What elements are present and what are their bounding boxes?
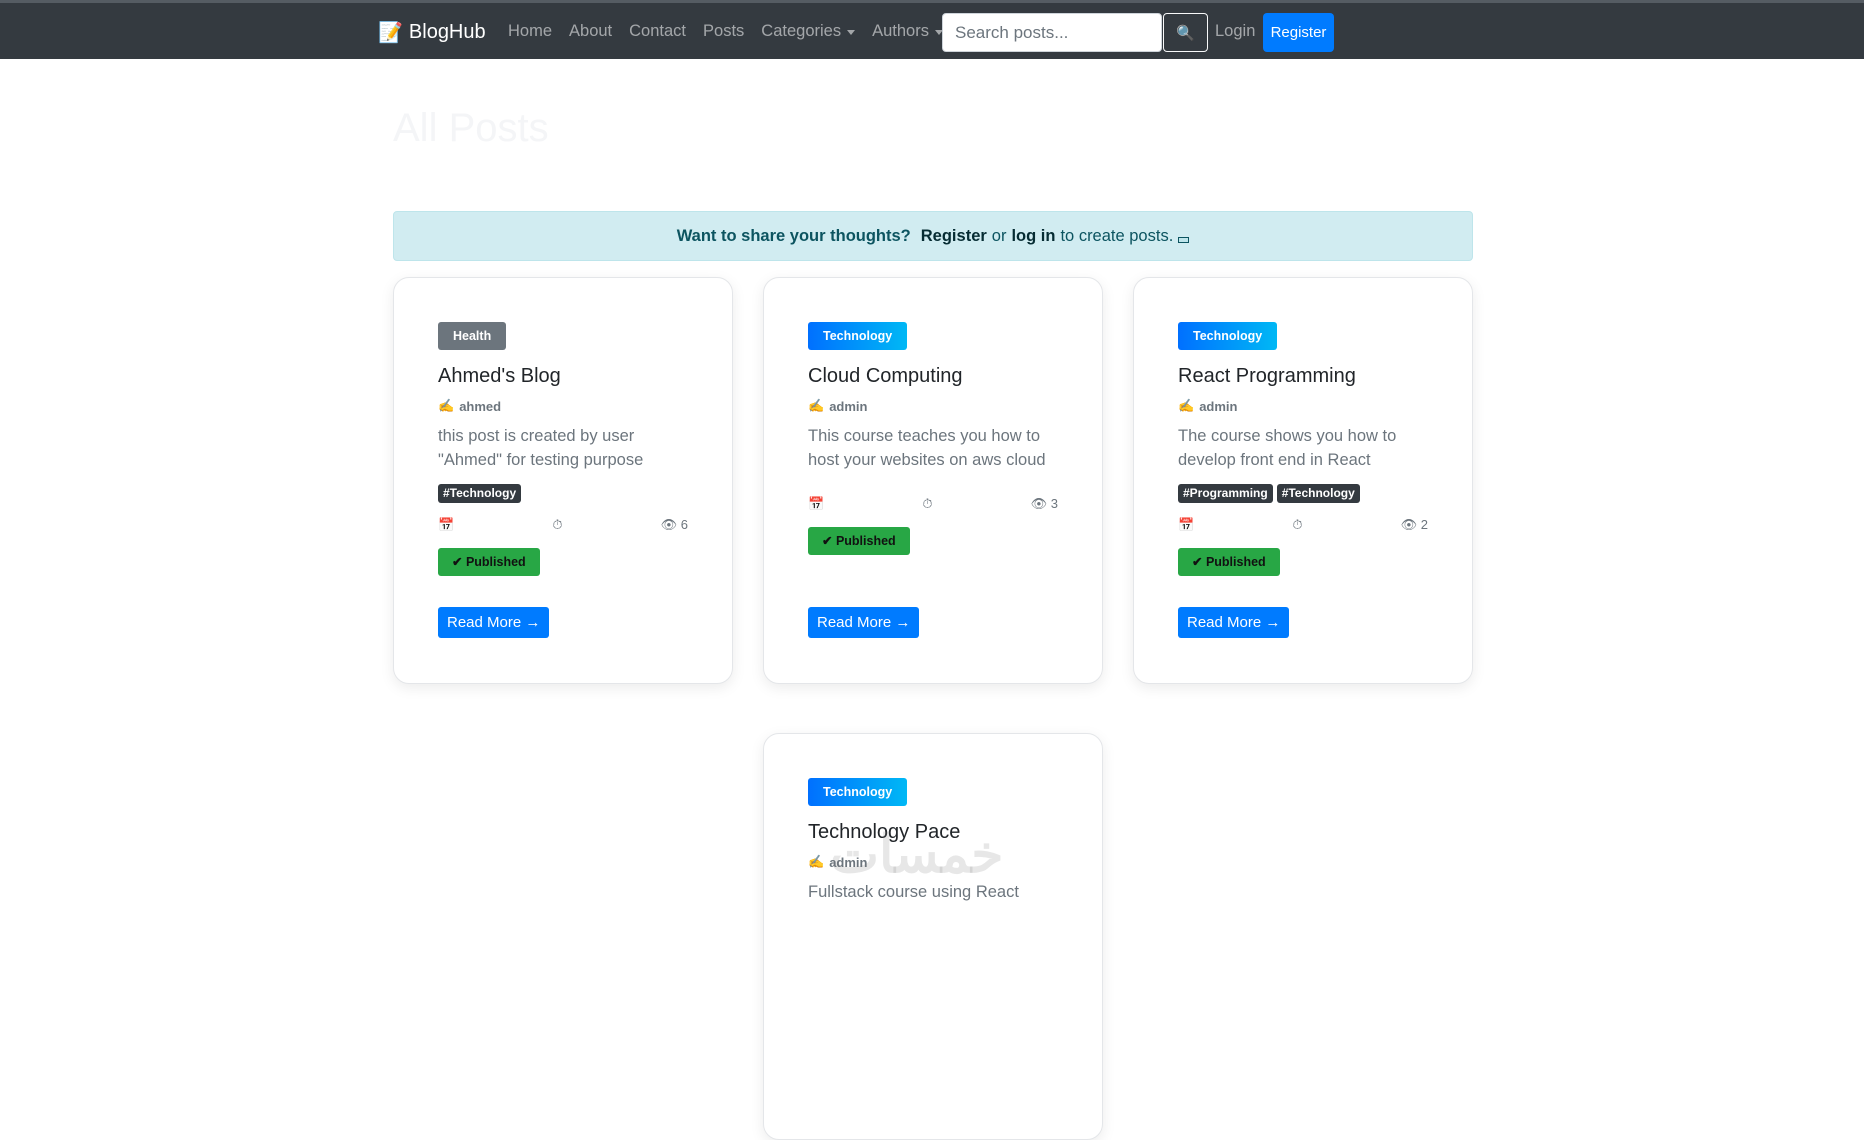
post-meta: 📅 ⏱ 👁 3 xyxy=(808,494,1058,514)
tag-badge[interactable]: #Technology xyxy=(438,484,522,503)
views-value: 3 xyxy=(1050,496,1058,511)
calendar-icon: 📅 xyxy=(808,496,825,511)
writing-hand-icon: ✍ xyxy=(808,854,825,869)
nav-about[interactable]: About xyxy=(569,22,612,41)
post-title[interactable]: Cloud Computing xyxy=(808,365,1058,388)
post-description: The course shows you how to develop fron… xyxy=(1178,427,1397,469)
post-meta: 📅 ⏱ 👁 6 xyxy=(438,515,688,535)
nav-categories-dropdown[interactable]: Categories xyxy=(761,22,856,41)
nav-authors-label: Authors xyxy=(872,22,929,40)
category-badge[interactable]: Health xyxy=(438,322,507,350)
author-name: ahmed xyxy=(459,398,502,414)
alert-lead: Want to share your thoughts? xyxy=(676,226,911,245)
nav-authors-dropdown[interactable]: Authors xyxy=(872,22,943,41)
read-more-button[interactable]: Read More → xyxy=(808,607,920,638)
memo-icon: 📝 xyxy=(378,22,403,44)
post-author[interactable]: ✍ admin xyxy=(1178,398,1428,414)
page-title: All Posts xyxy=(393,106,549,150)
timer-icon: ⏱ xyxy=(552,517,563,532)
views-count: 👁 3 xyxy=(1031,496,1058,512)
timer-icon: ⏱ xyxy=(1292,517,1303,532)
alert-register-link[interactable]: Register xyxy=(921,227,987,246)
post-card: Technology Technology Pace ✍ admin Fulls… xyxy=(763,733,1103,1140)
timer-icon: ⏱ xyxy=(922,496,933,511)
alert-or: or xyxy=(991,226,1007,245)
nav-posts[interactable]: Posts xyxy=(703,22,744,41)
status-badge: ✔ Published xyxy=(808,527,910,555)
brand-link[interactable]: 📝 BlogHub xyxy=(378,20,486,45)
search-button[interactable]: 🔍 xyxy=(1163,13,1208,52)
search-icon: 🔍 xyxy=(1176,24,1195,42)
brand-name: BlogHub xyxy=(408,21,486,43)
views-count: 👁 2 xyxy=(1401,517,1428,533)
post-card: Technology React Programming ✍ admin The… xyxy=(1133,277,1473,684)
writing-hand-icon: ✍ xyxy=(438,398,455,413)
post-description: this post is created by user "Ahmed" for… xyxy=(438,427,644,469)
search-input[interactable] xyxy=(942,13,1162,52)
category-badge[interactable]: Technology xyxy=(1178,322,1278,350)
eye-icon: 👁 xyxy=(660,517,678,532)
tag-badge[interactable]: #Technology xyxy=(1276,484,1360,503)
caret-down-icon xyxy=(847,30,856,35)
eye-icon: 👁 xyxy=(1030,496,1048,511)
post-title[interactable]: React Programming xyxy=(1178,365,1428,388)
alert-close-icon[interactable] xyxy=(1178,237,1190,243)
category-badge[interactable]: Technology xyxy=(808,778,908,806)
post-card: Health Ahmed's Blog ✍ ahmed this post is… xyxy=(393,277,733,684)
post-card: Technology Cloud Computing ✍ admin This … xyxy=(763,277,1103,684)
alert-login-link[interactable]: log in xyxy=(1011,227,1055,246)
author-name: admin xyxy=(829,398,868,414)
read-more-button[interactable]: Read More → xyxy=(438,607,550,638)
nav-home[interactable]: Home xyxy=(508,22,552,41)
top-navbar: 📝 BlogHub Home About Contact Posts Categ… xyxy=(0,0,1864,59)
views-value: 2 xyxy=(1420,517,1428,532)
nav-links: Home About Contact Posts Categories Auth… xyxy=(508,22,960,41)
writing-hand-icon: ✍ xyxy=(1178,398,1195,413)
alert-tail: to create posts. xyxy=(1060,226,1174,245)
writing-hand-icon: ✍ xyxy=(808,398,825,413)
status-badge: ✔ Published xyxy=(438,548,540,576)
nav-categories-label: Categories xyxy=(761,22,842,40)
read-more-button[interactable]: Read More → xyxy=(1178,607,1290,638)
tag-badge[interactable]: #Programming xyxy=(1178,484,1273,503)
post-title[interactable]: Ahmed's Blog xyxy=(438,365,688,388)
category-badge[interactable]: Technology xyxy=(808,322,908,350)
post-author[interactable]: ✍ ahmed xyxy=(438,398,688,414)
post-tags: #Programming #Technology xyxy=(1178,484,1428,503)
calendar-icon: 📅 xyxy=(438,517,455,532)
post-author[interactable]: ✍ admin xyxy=(808,398,1058,414)
watermark-logo: خمسات xyxy=(830,826,1004,884)
post-tags: #Technology xyxy=(438,484,688,503)
register-alert: Want to share your thoughts? Register or… xyxy=(393,211,1473,261)
post-description: This course teaches you how to host your… xyxy=(808,427,1046,469)
views-value: 6 xyxy=(680,517,688,532)
views-count: 👁 6 xyxy=(661,517,688,533)
status-badge: ✔ Published xyxy=(1178,548,1280,576)
author-name: admin xyxy=(1199,398,1238,414)
login-link[interactable]: Login xyxy=(1215,22,1255,41)
post-meta: 📅 ⏱ 👁 2 xyxy=(1178,515,1428,535)
calendar-icon: 📅 xyxy=(1178,517,1195,532)
register-button[interactable]: Register xyxy=(1263,13,1334,52)
eye-icon: 👁 xyxy=(1400,517,1418,532)
nav-contact[interactable]: Contact xyxy=(629,22,686,41)
